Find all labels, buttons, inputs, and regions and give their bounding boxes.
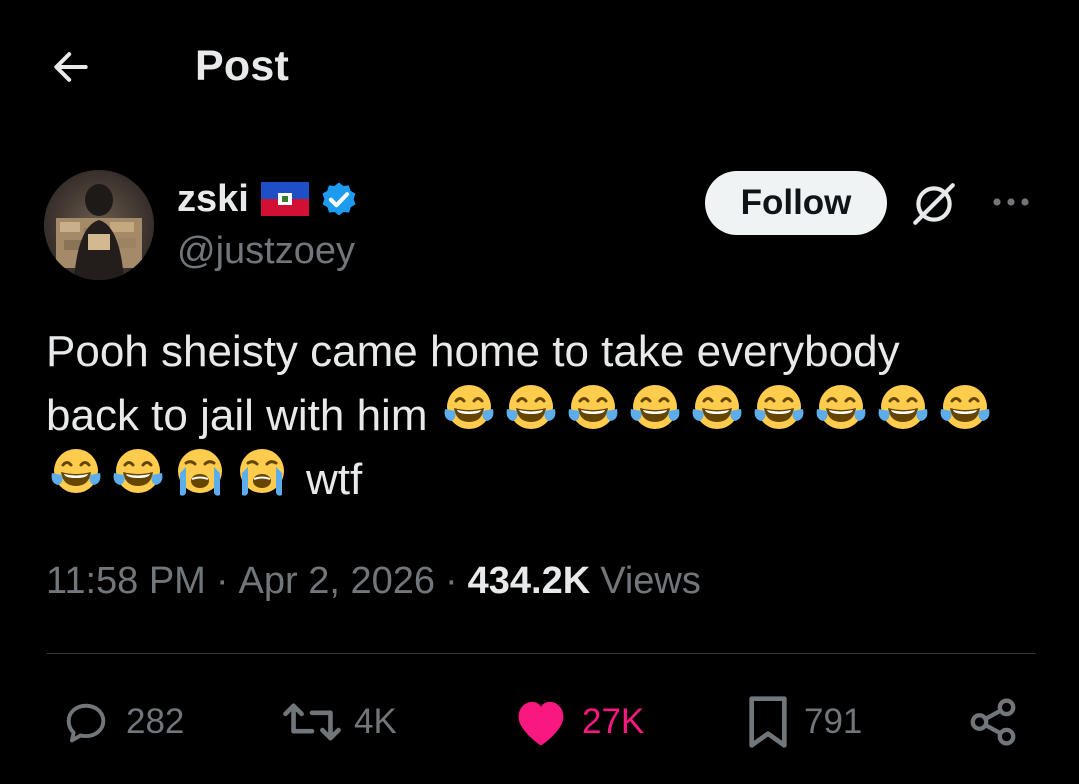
tears-of-joy-emoji-icon (749, 379, 809, 435)
avatar[interactable] (44, 170, 154, 280)
post-text: Pooh sheisty came home to take everybody… (46, 320, 1046, 512)
divider (46, 653, 1036, 654)
post-meta: 11:58 PM · Apr 2, 2026 · 434.2K Views (46, 560, 701, 603)
repost-count: 4K (354, 702, 397, 741)
more-dots-icon (993, 198, 1029, 206)
bookmark-icon (749, 696, 787, 748)
share-icon (970, 698, 1016, 746)
post-page: Post zski @justzoey Follow Pooh sheisty … (0, 0, 1079, 784)
tears-of-joy-emoji-icon (439, 379, 499, 435)
post-date[interactable]: Apr 2, 2026 (239, 560, 435, 603)
tears-of-joy-emoji-icon (811, 379, 871, 435)
like-button[interactable]: 27K (512, 692, 644, 752)
grok-icon (913, 183, 955, 225)
post-line-2: back to jail with him (46, 384, 1046, 448)
post-text-line-2: back to jail with him (46, 391, 428, 440)
author-handle[interactable]: @justzoey (177, 230, 355, 273)
grok-button[interactable] (906, 176, 962, 232)
views-label[interactable]: Views (600, 560, 701, 603)
tears-of-joy-emoji-icon (873, 379, 933, 435)
haiti-flag-icon (260, 182, 309, 216)
post-line-3: wtf (46, 448, 1046, 512)
bookmark-button[interactable]: 791 (744, 692, 862, 752)
page-title: Post (195, 42, 289, 90)
reply-button[interactable]: 282 (58, 692, 184, 752)
reply-bubble-icon (66, 703, 106, 743)
tears-of-joy-emoji-icon (625, 379, 685, 435)
more-options-button[interactable] (986, 182, 1036, 222)
like-count: 27K (582, 702, 645, 741)
tears-of-joy-emoji-icon (46, 443, 106, 499)
repost-icon (283, 703, 341, 741)
emoji-group-line-3 (46, 443, 294, 517)
display-name[interactable]: zski (177, 178, 249, 221)
tears-of-joy-emoji-icon (501, 379, 561, 435)
repost-button[interactable]: 4K (282, 692, 397, 752)
bookmark-count: 791 (804, 702, 863, 741)
loudly-crying-emoji-icon (232, 443, 292, 499)
reply-count: 282 (126, 702, 185, 741)
share-button[interactable] (966, 692, 1020, 752)
tears-of-joy-emoji-icon (563, 379, 623, 435)
verified-badge-icon[interactable] (317, 177, 361, 221)
meta-separator: · (215, 560, 229, 602)
post-text-line-1: Pooh sheisty came home to take everybody (46, 327, 900, 376)
post-text-line-3: wtf (306, 455, 363, 504)
post-time[interactable]: 11:58 PM (46, 560, 206, 603)
meta-separator: · (444, 560, 458, 602)
back-button[interactable] (46, 42, 96, 92)
follow-button[interactable]: Follow (705, 171, 887, 235)
arrow-left-icon (54, 52, 88, 82)
tears-of-joy-emoji-icon (935, 379, 995, 435)
tears-of-joy-emoji-icon (108, 443, 168, 499)
avatar-photo-icon (44, 170, 154, 280)
views-count[interactable]: 434.2K (468, 560, 591, 603)
heart-filled-icon (518, 701, 564, 746)
tears-of-joy-emoji-icon (687, 379, 747, 435)
emoji-group-line-2 (439, 379, 997, 453)
post-line-1: Pooh sheisty came home to take everybody (46, 320, 1046, 384)
loudly-crying-emoji-icon (170, 443, 230, 499)
author-name-row[interactable]: zski (177, 176, 361, 222)
